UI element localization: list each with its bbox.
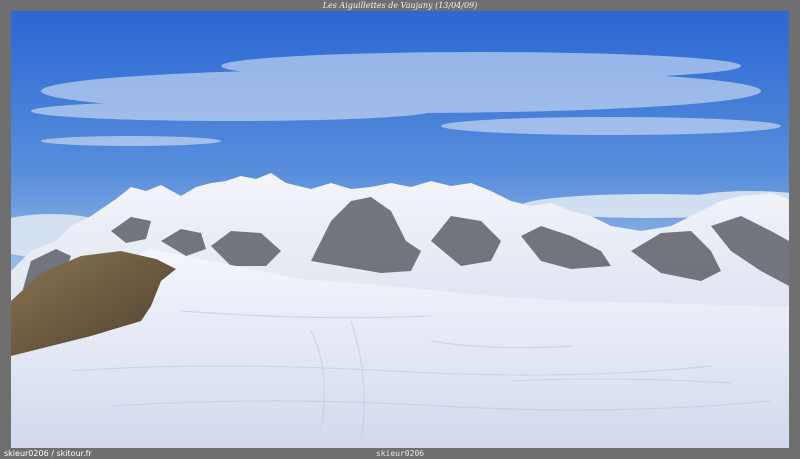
watermark-text: skieur0206 <box>375 449 425 458</box>
photo-caption: Les Aiguillettes de Vaujany (13/04/09) <box>322 1 478 10</box>
landscape-illustration <box>11 11 789 448</box>
mountain-photo <box>11 11 789 448</box>
photo-frame: Les Aiguillettes de Vaujany (13/04/09) s… <box>0 0 800 459</box>
